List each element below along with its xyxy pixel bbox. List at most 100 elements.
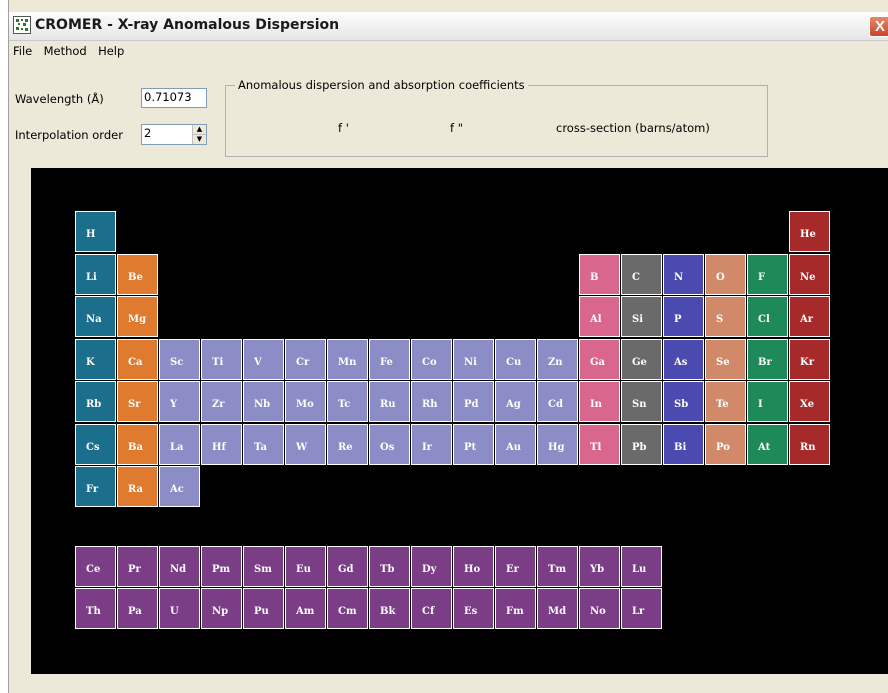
element-u[interactable]: U (159, 588, 200, 629)
element-li[interactable]: Li (75, 253, 116, 295)
element-bk[interactable]: Bk (369, 588, 410, 629)
element-cm[interactable]: Cm (327, 588, 368, 629)
element-zr[interactable]: Zr (201, 381, 242, 422)
element-v[interactable]: V (243, 338, 284, 380)
element-cl[interactable]: Cl (747, 296, 788, 337)
element-at[interactable]: At (747, 423, 788, 465)
element-np[interactable]: Np (201, 588, 242, 629)
element-te[interactable]: Te (705, 381, 746, 422)
element-ta[interactable]: Ta (243, 423, 284, 465)
element-ru[interactable]: Ru (369, 381, 410, 422)
element-no[interactable]: No (579, 588, 620, 629)
element-pr[interactable]: Pr (117, 545, 158, 587)
element-ag[interactable]: Ag (495, 381, 536, 422)
element-rh[interactable]: Rh (411, 381, 452, 422)
element-ir[interactable]: Ir (411, 423, 452, 465)
element-mg[interactable]: Mg (117, 296, 158, 337)
element-dy[interactable]: Dy (411, 545, 452, 587)
element-he[interactable]: He (789, 211, 830, 252)
element-pt[interactable]: Pt (453, 423, 494, 465)
element-n[interactable]: N (663, 253, 704, 295)
element-ca[interactable]: Ca (117, 338, 158, 380)
element-lr[interactable]: Lr (621, 588, 662, 629)
element-sc[interactable]: Sc (159, 338, 200, 380)
element-p[interactable]: P (663, 296, 704, 337)
element-es[interactable]: Es (453, 588, 494, 629)
element-er[interactable]: Er (495, 545, 536, 587)
element-pd[interactable]: Pd (453, 381, 494, 422)
element-i[interactable]: I (747, 381, 788, 422)
element-os[interactable]: Os (369, 423, 410, 465)
interpolation-stepper[interactable]: 2 ▲ ▼ (141, 124, 207, 145)
element-pb[interactable]: Pb (621, 423, 662, 465)
element-la[interactable]: La (159, 423, 200, 465)
element-tl[interactable]: Tl (579, 423, 620, 465)
element-na[interactable]: Na (75, 296, 116, 337)
element-si[interactable]: Si (621, 296, 662, 337)
element-xe[interactable]: Xe (789, 381, 830, 422)
element-mn[interactable]: Mn (327, 338, 368, 380)
element-ac[interactable]: Ac (159, 466, 200, 507)
element-pu[interactable]: Pu (243, 588, 284, 629)
element-ho[interactable]: Ho (453, 545, 494, 587)
element-ti[interactable]: Ti (201, 338, 242, 380)
element-w[interactable]: W (285, 423, 326, 465)
element-pa[interactable]: Pa (117, 588, 158, 629)
element-tc[interactable]: Tc (327, 381, 368, 422)
element-tm[interactable]: Tm (537, 545, 578, 587)
title-bar[interactable]: CROMER - X-ray Anomalous Dispersion X (9, 12, 888, 41)
spin-up-icon[interactable]: ▲ (193, 125, 206, 135)
element-yb[interactable]: Yb (579, 545, 620, 587)
element-ba[interactable]: Ba (117, 423, 158, 465)
element-md[interactable]: Md (537, 588, 578, 629)
element-sb[interactable]: Sb (663, 381, 704, 422)
element-nb[interactable]: Nb (243, 381, 284, 422)
element-mo[interactable]: Mo (285, 381, 326, 422)
element-fm[interactable]: Fm (495, 588, 536, 629)
element-gd[interactable]: Gd (327, 545, 368, 587)
element-am[interactable]: Am (285, 588, 326, 629)
spin-down-icon[interactable]: ▼ (193, 135, 206, 145)
element-cr[interactable]: Cr (285, 338, 326, 380)
element-f[interactable]: F (747, 253, 788, 295)
element-o[interactable]: O (705, 253, 746, 295)
element-cd[interactable]: Cd (537, 381, 578, 422)
element-hf[interactable]: Hf (201, 423, 242, 465)
element-ne[interactable]: Ne (789, 253, 830, 295)
element-as[interactable]: As (663, 338, 704, 380)
element-cs[interactable]: Cs (75, 423, 116, 465)
element-y[interactable]: Y (159, 381, 200, 422)
element-sr[interactable]: Sr (117, 381, 158, 422)
element-re[interactable]: Re (327, 423, 368, 465)
element-lu[interactable]: Lu (621, 545, 662, 587)
menu-help[interactable]: Help (94, 41, 128, 58)
element-po[interactable]: Po (705, 423, 746, 465)
element-ra[interactable]: Ra (117, 466, 158, 507)
element-k[interactable]: K (75, 338, 116, 380)
menu-method[interactable]: Method (40, 41, 91, 58)
element-zn[interactable]: Zn (537, 338, 578, 380)
element-se[interactable]: Se (705, 338, 746, 380)
element-sn[interactable]: Sn (621, 381, 662, 422)
element-cf[interactable]: Cf (411, 588, 452, 629)
element-kr[interactable]: Kr (789, 338, 830, 380)
element-au[interactable]: Au (495, 423, 536, 465)
element-be[interactable]: Be (117, 253, 158, 295)
element-ni[interactable]: Ni (453, 338, 494, 380)
element-co[interactable]: Co (411, 338, 452, 380)
element-cu[interactable]: Cu (495, 338, 536, 380)
element-ge[interactable]: Ge (621, 338, 662, 380)
element-sm[interactable]: Sm (243, 545, 284, 587)
element-tb[interactable]: Tb (369, 545, 410, 587)
menu-file[interactable]: File (9, 41, 36, 58)
element-rb[interactable]: Rb (75, 381, 116, 422)
element-ce[interactable]: Ce (75, 545, 116, 587)
element-ar[interactable]: Ar (789, 296, 830, 337)
element-s[interactable]: S (705, 296, 746, 337)
element-nd[interactable]: Nd (159, 545, 200, 587)
element-al[interactable]: Al (579, 296, 620, 337)
element-th[interactable]: Th (75, 588, 116, 629)
element-bi[interactable]: Bi (663, 423, 704, 465)
element-pm[interactable]: Pm (201, 545, 242, 587)
element-b[interactable]: B (579, 253, 620, 295)
